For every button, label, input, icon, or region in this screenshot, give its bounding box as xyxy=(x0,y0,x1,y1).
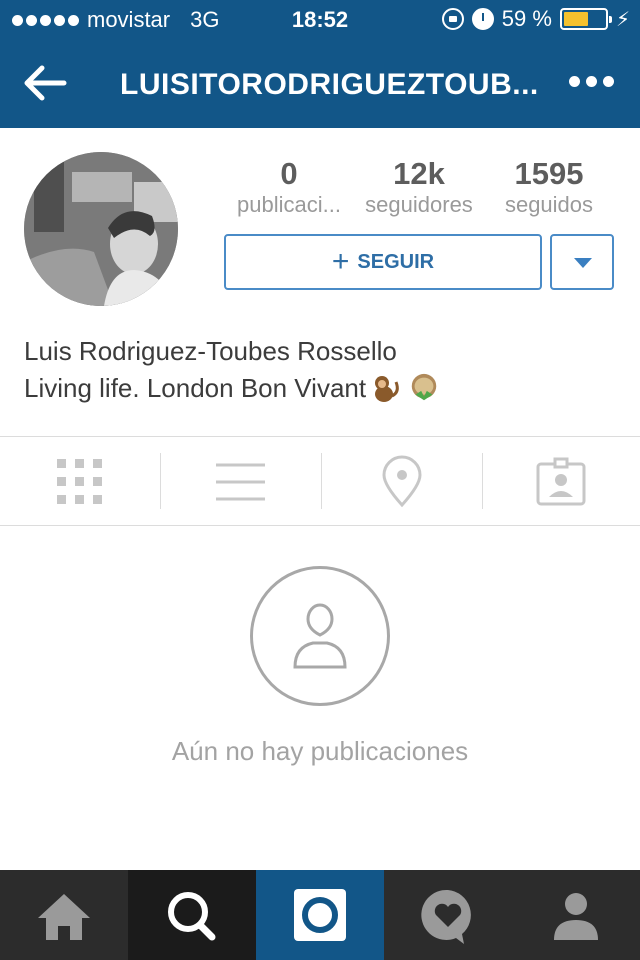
camera-icon xyxy=(294,889,346,941)
stat-followers[interactable]: 12k seguidores xyxy=(356,156,482,218)
battery-percent: 59 % xyxy=(501,6,552,31)
charging-bolt-icon: ⚡ xyxy=(615,8,630,31)
tab-camera[interactable] xyxy=(256,870,384,960)
page-title: LUISITORODRIGUEZTOUB... xyxy=(120,68,539,101)
list-icon xyxy=(216,463,265,501)
bottom-tab-bar xyxy=(0,870,640,960)
status-bar: movistar 3G 18:52 59 % ⚡ xyxy=(0,0,640,40)
back-arrow-icon xyxy=(24,65,67,101)
profile-icon xyxy=(554,893,598,940)
tab-search[interactable] xyxy=(128,870,256,960)
posts-count: 0 xyxy=(280,156,298,191)
tab-activity[interactable] xyxy=(384,870,512,960)
empty-state-text: Aún no hay publicaciones xyxy=(171,736,469,766)
avatar[interactable] xyxy=(24,152,178,306)
grid-icon xyxy=(57,459,102,504)
more-options-icon xyxy=(569,76,580,87)
profile-bio: Living life. London Bon Vivant xyxy=(24,372,440,404)
chestnut-emoji xyxy=(411,373,437,401)
tab-tagged[interactable] xyxy=(483,437,640,525)
plus-icon: + xyxy=(331,245,350,278)
tab-locations[interactable] xyxy=(322,437,482,525)
stat-following[interactable]: 1595 seguidos xyxy=(496,156,602,218)
following-count: 1595 xyxy=(514,156,584,191)
rotation-lock-icon xyxy=(441,8,464,30)
battery-fill xyxy=(563,12,588,26)
suggestions-dropdown-button[interactable] xyxy=(550,234,614,290)
back-button[interactable] xyxy=(20,60,70,106)
tagged-photos-icon xyxy=(536,457,586,506)
empty-state-badge xyxy=(250,566,390,706)
stat-posts: 0 publicaci... xyxy=(230,156,348,218)
monkey-emoji xyxy=(375,376,399,402)
follow-button[interactable]: + SEGUIR xyxy=(224,234,542,290)
profile-view-tabs xyxy=(0,436,640,526)
tab-list[interactable] xyxy=(161,437,321,525)
header: movistar 3G 18:52 59 % ⚡ LUISITORODRIGUE… xyxy=(0,0,640,128)
followers-label: seguidores xyxy=(365,192,473,217)
battery-icon xyxy=(559,8,612,30)
profile-photo xyxy=(24,152,178,306)
location-pin-icon xyxy=(382,455,422,508)
tab-profile[interactable] xyxy=(512,870,640,960)
nav-bar: LUISITORODRIGUEZTOUB... xyxy=(0,40,640,128)
bio-text: Living life. London Bon Vivant xyxy=(24,372,367,403)
search-icon xyxy=(168,892,216,941)
tab-home[interactable] xyxy=(0,870,128,960)
person-outline-icon xyxy=(293,603,347,669)
tab-grid[interactable] xyxy=(0,437,160,525)
following-label: seguidos xyxy=(504,192,594,217)
more-options-button[interactable] xyxy=(569,76,614,87)
follow-label: SEGUIR xyxy=(357,250,435,273)
alarm-icon xyxy=(471,8,494,30)
home-icon xyxy=(38,894,90,940)
profile-full-name: Luis Rodriguez-Toubes Rossello xyxy=(24,336,397,366)
activity-heart-icon xyxy=(421,889,471,944)
posts-label: publicaci... xyxy=(237,192,341,217)
followers-count: 12k xyxy=(393,156,445,191)
